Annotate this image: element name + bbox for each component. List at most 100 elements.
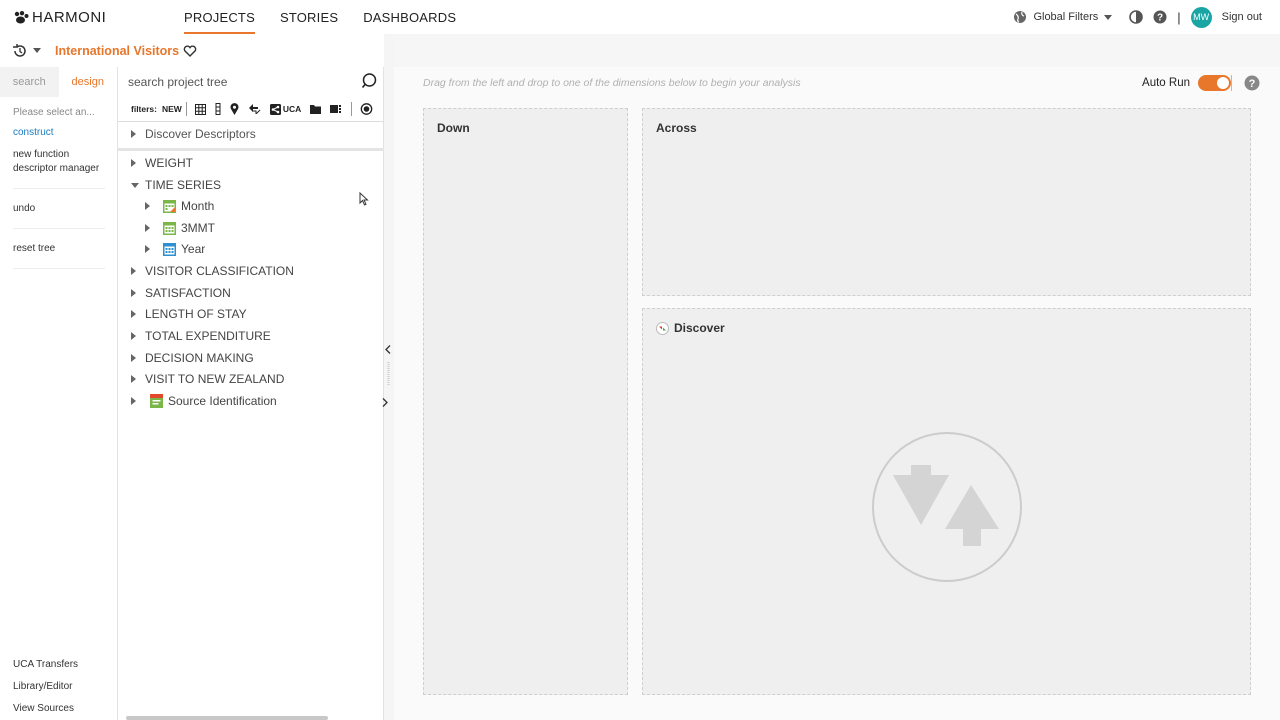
calendar-green-icon [163,199,176,213]
tree-node-time-series[interactable]: TIME SERIES [131,175,221,195]
filter-uca[interactable]: UCA [269,103,302,115]
top-bar: HARMONI PROJECTS STORIES DASHBOARDS Glob… [0,0,1280,34]
tree-node-length-of-stay[interactable]: LENGTH OF STAY [131,304,247,324]
folder-icon[interactable] [310,104,322,114]
tree-node-total-expenditure[interactable]: TOTAL EXPENDITURE [131,326,271,346]
location-pin-icon[interactable] [230,103,239,115]
library-editor-link[interactable]: Library/Editor [13,681,78,692]
drag-handle-icon[interactable] [387,362,390,386]
global-filters-button[interactable]: Global Filters [1013,10,1113,24]
visibility-icon[interactable] [360,103,373,115]
reset-tree-link[interactable]: reset tree [13,242,117,256]
toolbar-separator [185,102,187,116]
auto-run-toggle[interactable] [1198,75,1231,91]
tab-search[interactable]: search [0,67,59,97]
user-avatar[interactable]: MW [1190,6,1212,28]
nav-dashboards[interactable]: DASHBOARDS [363,0,456,34]
caret-right-icon[interactable] [131,159,136,167]
panel-splitter[interactable] [382,34,394,720]
uca-transfers-link[interactable]: UCA Transfers [13,659,78,670]
divider [13,228,105,229]
tree-node-label: LENGTH OF STAY [145,307,247,321]
grid-icon[interactable] [194,103,206,115]
tree-node-label: Month [181,199,215,213]
undo-link[interactable]: undo [13,202,117,216]
bottom-links: UCA Transfers Library/Editor View Source… [13,648,78,714]
filter-new[interactable]: NEW [162,104,182,114]
tab-design[interactable]: design [58,67,117,97]
expand-right-icon[interactable] [382,398,388,407]
caret-right-icon[interactable] [131,332,136,340]
tree-node-label: SATISFACTION [145,286,231,300]
tree-node-label: Source Identification [168,394,277,408]
collapse-left-icon[interactable] [385,345,391,354]
tree-node-decision-making[interactable]: DECISION MAKING [131,348,254,368]
tree-node-discover-descriptors[interactable]: Discover Descriptors [131,124,256,144]
tree-node-label: Year [181,242,206,256]
nav-stories[interactable]: STORIES [280,0,338,34]
left-panel: search design Please select an... constr… [0,67,118,720]
filter-toolbar: filters: NEW UCA [118,97,383,122]
tree-node-month[interactable]: Month [145,196,214,216]
toggle-knob [1217,77,1229,89]
help-icon[interactable]: ? [1244,75,1260,91]
caret-down-icon [1104,14,1113,20]
filter-uca-label: UCA [282,104,302,114]
across-dropzone[interactable]: Across [642,108,1251,296]
layout-icon[interactable] [330,104,342,114]
contrast-icon[interactable] [1129,10,1144,24]
view-sources-link[interactable]: View Sources [13,703,78,714]
discover-header: Discover [656,321,725,335]
down-dropzone[interactable]: Down [423,108,628,695]
divider [13,268,105,269]
harmoni-logo[interactable]: HARMONI [13,9,106,26]
auto-run-label: Auto Run [1142,77,1190,89]
history-dropdown[interactable] [12,42,46,60]
caret-right-icon[interactable] [131,267,136,275]
svg-text:?: ? [1157,13,1163,24]
tree-node-weight[interactable]: WEIGHT [131,153,193,173]
new-function-link[interactable]: new function descriptor manager [13,148,117,176]
nav-projects[interactable]: PROJECTS [184,0,255,34]
search-icon[interactable] [361,73,378,90]
caret-right-icon[interactable] [131,354,136,362]
caret-right-icon[interactable] [145,224,150,232]
help-icon[interactable]: ? [1153,10,1167,24]
source-list-icon [150,394,163,408]
search-tree-input[interactable] [128,73,358,91]
tree-section-divider [118,148,384,151]
global-filters-label: Global Filters [1033,11,1099,23]
caret-right-icon[interactable] [131,289,136,297]
tree-node-satisfaction[interactable]: SATISFACTION [131,283,231,303]
tree-node-3mmt[interactable]: 3MMT [145,218,215,238]
favorite-heart-icon[interactable] [183,44,197,57]
construct-link[interactable]: construct [13,126,117,140]
caret-right-icon[interactable] [145,245,150,253]
calendar-blue-icon [163,242,176,256]
caret-right-icon[interactable] [131,397,136,405]
globe-icon [1014,11,1027,23]
caret-right-icon[interactable] [145,202,150,210]
caret-down-icon[interactable] [131,182,139,188]
select-prompt: Please select an... [13,107,95,118]
discover-dropzone[interactable]: Discover [642,308,1251,695]
tree-node-year[interactable]: Year [145,239,205,259]
caret-right-icon[interactable] [131,375,136,383]
sign-out-link[interactable]: Sign out [1222,11,1262,23]
horizontal-scrollbar[interactable] [126,716,328,720]
header-separator [1231,75,1232,91]
transfer-icon[interactable] [248,104,261,114]
column-icon[interactable] [215,103,221,115]
project-title: International Visitors [55,43,180,58]
paw-logo-icon [14,11,29,24]
discover-icon [656,321,669,335]
descriptor-manager-label: descriptor manager [13,163,100,174]
history-icon [13,43,26,57]
caret-right-icon[interactable] [131,130,136,138]
tree-node-visit-to-new-zealand[interactable]: VISIT TO NEW ZEALAND [131,369,284,389]
caret-right-icon[interactable] [131,310,136,318]
tree-node-source-identification[interactable]: Source Identification [131,391,277,411]
share-icon [269,103,281,115]
mouse-cursor-icon [359,192,369,206]
tree-node-visitor-classification[interactable]: VISITOR CLASSIFICATION [131,261,294,281]
